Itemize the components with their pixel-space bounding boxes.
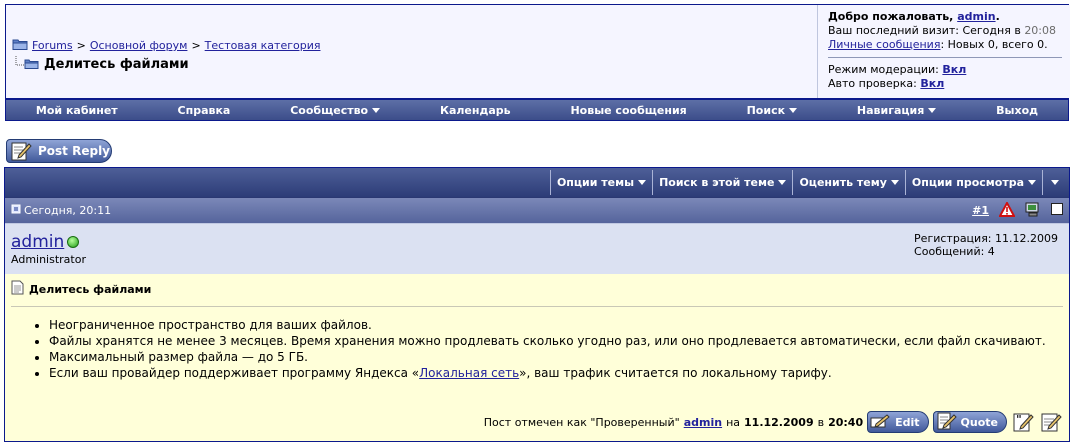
edit-button[interactable]: Edit bbox=[867, 411, 929, 433]
ip-computer-icon[interactable] bbox=[1025, 202, 1041, 220]
verified-on-text: на bbox=[726, 415, 741, 429]
verified-date: 11.12.2009 bbox=[744, 415, 814, 429]
nav-navigation[interactable]: Навигация bbox=[827, 104, 966, 117]
edit-label: Edit bbox=[895, 415, 920, 429]
divider bbox=[828, 57, 1062, 58]
private-messages-count: : Новых 0, всего 0. bbox=[940, 38, 1048, 51]
post-reply-label: Post Reply bbox=[38, 144, 110, 158]
list-item: Файлы хранятся не менее 3 месяцев. Время… bbox=[49, 333, 1063, 349]
post-title: Делитесь файлами bbox=[29, 282, 152, 296]
main-navbar: Мой кабинет Справка Сообщество Календарь… bbox=[5, 99, 1069, 121]
nav-search[interactable]: Поиск bbox=[717, 104, 827, 117]
dropdown-arrow-icon bbox=[1028, 180, 1036, 185]
list-item: Максимальный размер файла — до 5 ГБ. bbox=[49, 349, 1063, 365]
breadcrumb-forums[interactable]: Forums bbox=[32, 39, 73, 52]
dropdown-arrow-icon bbox=[1051, 180, 1059, 185]
nav-calendar[interactable]: Календарь bbox=[410, 104, 541, 117]
rate-thread-menu[interactable]: Оценить тему bbox=[792, 170, 904, 195]
last-visit-time: 20:08 bbox=[1024, 24, 1057, 37]
welcome-user-link[interactable]: admin bbox=[957, 10, 995, 23]
thread-options-bar: Опции темы Поиск в этой теме Оценить тем… bbox=[5, 168, 1069, 197]
post-permalink[interactable]: #1 bbox=[972, 204, 989, 217]
dropdown-arrow-icon bbox=[890, 180, 899, 185]
autocheck-label: Авто проверка: bbox=[828, 77, 917, 90]
nav-logout[interactable]: Выход bbox=[966, 104, 1068, 117]
quick-reply-icon[interactable] bbox=[1039, 411, 1063, 433]
post-reply-button[interactable]: Post Reply bbox=[6, 139, 112, 163]
private-messages-link[interactable]: Личные сообщения bbox=[828, 38, 940, 51]
multi-quote-icon[interactable]: " bbox=[1011, 411, 1035, 433]
list-item: Если ваш провайдер поддерживает программ… bbox=[49, 365, 1063, 381]
autocheck-toggle[interactable]: Вкл bbox=[920, 77, 944, 90]
pencil-icon bbox=[870, 412, 892, 433]
post-body: Делитесь файлами Неограниченное простран… bbox=[5, 274, 1069, 441]
quote-button[interactable]: Quote bbox=[932, 411, 1007, 433]
last-visit-label: Ваш последний визит: Сегодня в bbox=[828, 24, 1021, 37]
quote-label: Quote bbox=[960, 415, 998, 429]
registration-date: Регистрация: 11.12.2009 bbox=[914, 232, 1058, 245]
message-count: Сообщений: 4 bbox=[914, 245, 995, 258]
user-stats: Регистрация: 11.12.2009 Сообщений: 4 bbox=[914, 232, 1058, 258]
post-footer: Пост отмечен как "Проверенный" admin на … bbox=[484, 411, 1063, 433]
tree-branch-icon bbox=[14, 56, 40, 73]
breadcrumb-main-forum[interactable]: Основной форум bbox=[90, 39, 188, 52]
dropdown-arrow-icon bbox=[638, 180, 647, 185]
post-bullet-list: Неограниченное пространство для ваших фа… bbox=[11, 317, 1063, 381]
pen-paper-icon bbox=[10, 141, 32, 161]
local-network-link[interactable]: Локальная сеть bbox=[419, 366, 519, 380]
nav-community[interactable]: Сообщество bbox=[260, 104, 410, 117]
divider bbox=[11, 306, 1063, 307]
view-options-menu[interactable]: Опции просмотра bbox=[904, 170, 1042, 195]
breadcrumb-separator: > bbox=[76, 39, 86, 52]
select-post-checkbox[interactable] bbox=[1051, 203, 1063, 218]
nav-help[interactable]: Справка bbox=[148, 104, 261, 117]
moderation-label: Режим модерации: bbox=[828, 63, 939, 76]
dropdown-arrow-icon bbox=[789, 107, 798, 113]
svg-text:": " bbox=[1016, 413, 1022, 426]
post: Опции темы Поиск в этой теме Оценить тем… bbox=[4, 167, 1070, 442]
post-header: Сегодня, 20:11 #1 bbox=[5, 197, 1069, 223]
list-item: Неограниченное пространство для ваших фа… bbox=[49, 317, 1063, 333]
page-title: Делитесь файлами bbox=[44, 57, 189, 72]
post-status-icon bbox=[11, 204, 21, 217]
document-icon bbox=[11, 280, 24, 298]
nav-my-cabinet[interactable]: Мой кабинет bbox=[6, 104, 148, 117]
dropdown-arrow-icon bbox=[778, 180, 787, 185]
verified-by-link[interactable]: admin bbox=[684, 416, 722, 429]
post-author-link[interactable]: admin bbox=[11, 232, 64, 252]
user-title: Administrator bbox=[11, 253, 86, 266]
post-date: Сегодня, 20:11 bbox=[24, 204, 112, 217]
dropdown-arrow-icon bbox=[928, 107, 937, 113]
nav-new-posts[interactable]: Новые сообщения bbox=[541, 104, 717, 117]
folder-icon bbox=[12, 38, 28, 53]
welcome-greeting: Добро пожаловать, bbox=[828, 10, 954, 23]
moderation-toggle[interactable]: Вкл bbox=[942, 63, 966, 76]
verified-time: 20:40 bbox=[828, 415, 864, 429]
welcome-panel: Добро пожаловать, admin. Ваш последний в… bbox=[817, 5, 1070, 98]
pen-paper-icon bbox=[936, 412, 958, 433]
verified-at-text: в bbox=[817, 415, 825, 429]
more-options-menu[interactable] bbox=[1042, 170, 1067, 195]
verified-text: Пост отмечен как "Проверенный" bbox=[483, 415, 680, 429]
dropdown-arrow-icon bbox=[372, 107, 381, 113]
thread-options-menu[interactable]: Опции темы bbox=[549, 170, 652, 195]
breadcrumb-separator: > bbox=[191, 39, 201, 52]
post-author-row: admin Administrator Регистрация: 11.12.2… bbox=[5, 223, 1069, 274]
breadcrumb-test-category[interactable]: Тестовая категория bbox=[205, 39, 321, 52]
search-thread-menu[interactable]: Поиск в этой теме bbox=[652, 170, 792, 195]
forum-header: Forums > Основной форум > Тестовая катег… bbox=[5, 4, 1070, 99]
breadcrumb: Forums > Основной форум > Тестовая катег… bbox=[12, 38, 320, 73]
online-status-icon bbox=[67, 236, 80, 248]
report-warning-icon[interactable] bbox=[998, 200, 1016, 220]
